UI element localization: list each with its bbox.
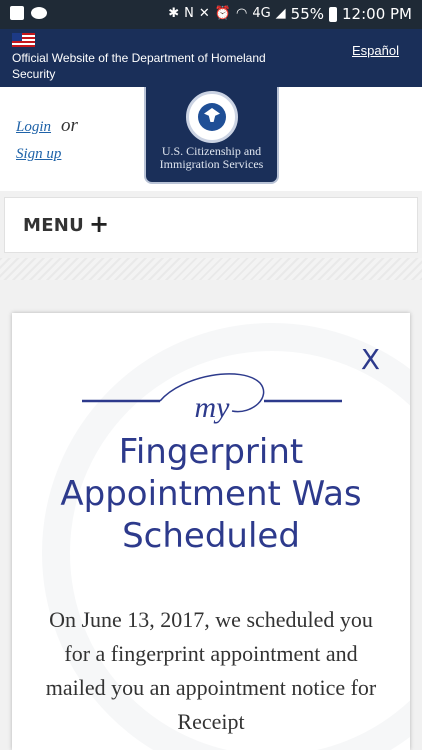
official-website-text: Official Website of the Department of Ho… [12,51,266,81]
clock: 12:00 PM [342,5,412,23]
wifi-icon: ◠ [235,6,248,21]
close-button[interactable]: X [361,343,380,376]
menu-bar[interactable]: MENU + [4,197,418,253]
dhs-banner: Official Website of the Department of Ho… [0,29,422,87]
plus-icon[interactable]: + [89,210,109,238]
us-flag-icon [12,33,35,47]
battery-percent: 55% [290,5,325,23]
battery-icon [329,6,338,22]
my-logo-text: my [195,391,231,424]
espanol-link[interactable]: Español [352,43,399,58]
site-header: Login or Sign up U.S. Citizenship and Im… [0,87,422,191]
network-label: 4G [252,6,271,21]
status-bar: ✱ N ✕ ⏰ ◠ 4G ◢ 55% 12:00 PM [0,0,422,29]
status-right: ✱ N ✕ ⏰ ◠ 4G ◢ 55% 12:00 PM [168,5,412,23]
account-links: Login or Sign up [16,115,78,163]
signal-icon: ◢ [275,6,286,21]
notification-modal: X my Fingerprint Appointment Was Schedul… [12,313,410,750]
cloud-icon [31,7,47,19]
signup-link[interactable]: Sign up [16,146,78,163]
mute-icon: ✕ [198,6,210,21]
or-text: or [61,115,78,136]
nfc-icon: N [184,6,194,21]
agency-name-line2: Immigration Services [159,157,264,171]
uscis-logo[interactable]: U.S. Citizenship and Immigration Service… [144,87,279,184]
agency-name: U.S. Citizenship and Immigration Service… [146,145,277,171]
divider [0,258,422,280]
alarm-icon: ⏰ [214,6,231,21]
modal-body-text: On June 13, 2017, we scheduled you for a… [45,607,377,734]
facebook-icon [10,6,24,20]
login-link[interactable]: Login [16,119,51,135]
bluetooth-icon: ✱ [168,6,180,21]
dhs-seal-icon [186,91,238,143]
menu-label[interactable]: MENU [23,215,84,236]
my-uscis-logo: my [82,373,342,424]
status-left [10,6,47,20]
modal-title: Fingerprint Appointment Was Scheduled [60,432,362,556]
